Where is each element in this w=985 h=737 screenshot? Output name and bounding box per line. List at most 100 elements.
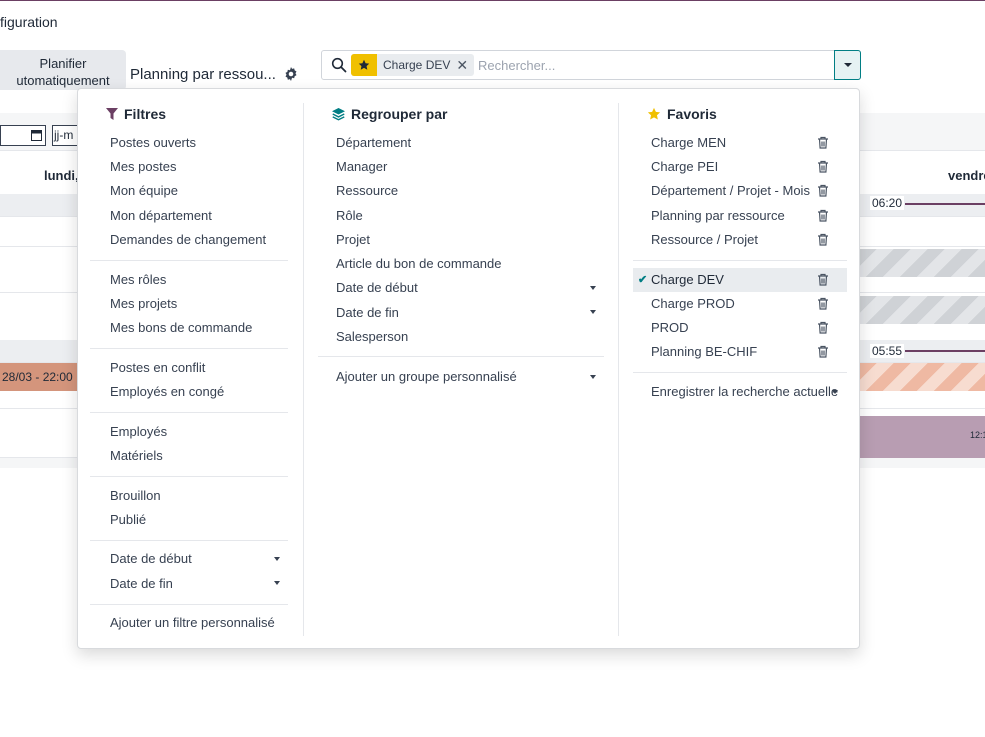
filters-header: Filtres [106, 106, 166, 122]
divider [633, 372, 847, 373]
groupby-title: Regrouper par [351, 106, 448, 122]
add-custom-filter[interactable]: Ajouter un filtre personnalisé [110, 612, 275, 634]
groupby-item[interactable]: Salesperson [336, 326, 408, 348]
favorite-item[interactable]: Charge PEI [651, 156, 718, 178]
filter-item[interactable]: Mes postes [110, 156, 176, 178]
caret-down-icon[interactable] [274, 557, 280, 561]
filter-item[interactable]: Postes ouverts [110, 132, 196, 154]
filter-item[interactable]: Brouillon [110, 485, 161, 507]
groupby-item[interactable]: Département [336, 132, 411, 154]
filter-item[interactable]: Matériels [110, 445, 163, 467]
search-input[interactable] [478, 56, 818, 74]
auto-plan-label-1: Planifier [39, 56, 87, 71]
groupby-item-end-date[interactable]: Date de fin [336, 302, 399, 324]
auto-plan-label-2: utomatiquement [16, 73, 110, 88]
add-custom-group[interactable]: Ajouter un groupe personnalisé [336, 366, 517, 388]
filters-title: Filtres [124, 106, 167, 122]
filter-item[interactable]: Mon équipe [110, 180, 178, 202]
gear-icon[interactable] [284, 67, 298, 81]
gantt-unavailable [860, 249, 985, 277]
column-friday: vendre [948, 168, 985, 183]
check-icon: ✔ [638, 274, 648, 286]
time-progress-line [905, 350, 985, 352]
divider [90, 348, 288, 349]
time-progress-line [905, 203, 985, 205]
favorite-item[interactable]: Charge MEN [651, 132, 726, 154]
trash-icon[interactable] [817, 160, 829, 173]
caret-down-icon[interactable] [590, 375, 596, 379]
search-icon [331, 57, 347, 73]
trash-icon[interactable] [817, 233, 829, 246]
column-divider [618, 103, 619, 636]
caret-down-icon[interactable] [590, 286, 596, 290]
filter-item[interactable]: Mes projets [110, 293, 177, 315]
caret-down-icon[interactable] [274, 581, 280, 585]
trash-icon[interactable] [817, 273, 829, 286]
time-label: 06:20 [870, 196, 905, 210]
caret-down-icon [843, 63, 852, 67]
star-icon [647, 107, 661, 120]
favorite-item-active[interactable]: Charge DEV [651, 269, 724, 291]
filter-item-end-date[interactable]: Date de fin [110, 573, 173, 595]
facet-label: Charge DEV [383, 58, 451, 72]
favorite-item[interactable]: Département / Projet - Mois [651, 180, 810, 202]
favorite-item[interactable]: PROD [651, 317, 689, 339]
gantt-unavailable [860, 296, 985, 324]
filter-item[interactable]: Mes bons de commande [110, 317, 252, 339]
divider [633, 260, 847, 261]
layers-icon [332, 107, 345, 120]
trash-icon[interactable] [817, 184, 829, 197]
divider [90, 412, 288, 413]
search-options-toggle[interactable] [834, 50, 861, 80]
favorite-item[interactable]: Planning par ressource [651, 205, 785, 227]
column-monday: lundi, [44, 168, 79, 183]
filter-icon [106, 108, 118, 120]
groupby-item[interactable]: Projet [336, 229, 370, 251]
groupby-item-start-date[interactable]: Date de début [336, 277, 418, 299]
filter-item-start-date[interactable]: Date de début [110, 548, 192, 570]
divider [90, 476, 288, 477]
favorite-item[interactable]: Planning BE-CHIF [651, 341, 757, 363]
column-divider [303, 103, 304, 636]
filter-item[interactable]: Publié [110, 509, 146, 531]
gantt-unavailable [860, 363, 985, 391]
divider [318, 356, 604, 357]
groupby-item[interactable]: Article du bon de commande [336, 253, 501, 275]
auto-plan-button[interactable]: Planifier utomatiquement [0, 50, 126, 90]
gantt-pill-label: 12:1 [970, 430, 985, 440]
divider [90, 604, 288, 605]
save-current-search[interactable]: Enregistrer la recherche actuelle [651, 381, 838, 403]
trash-icon[interactable] [817, 345, 829, 358]
filter-item[interactable]: Employés [110, 421, 167, 443]
favorites-header: Favoris [647, 106, 717, 122]
favorite-item[interactable]: Charge PROD [651, 293, 735, 315]
filter-item[interactable]: Mon département [110, 205, 212, 227]
search-facet: Charge DEV ✕ [351, 54, 475, 76]
favorites-title: Favoris [667, 106, 717, 122]
gantt-pill[interactable]: 28/03 - 22:00 [0, 363, 78, 391]
menu-configuration[interactable]: figuration [0, 14, 58, 30]
caret-down-icon[interactable] [590, 310, 596, 314]
groupby-item[interactable]: Rôle [336, 205, 363, 227]
gantt-pill[interactable] [860, 416, 985, 458]
trash-icon[interactable] [817, 209, 829, 222]
trash-icon[interactable] [817, 321, 829, 334]
start-date-input[interactable] [0, 125, 46, 146]
favorite-item[interactable]: Ressource / Projet [651, 229, 758, 251]
divider [90, 540, 288, 541]
groupby-item[interactable]: Manager [336, 156, 387, 178]
close-icon[interactable]: ✕ [456, 57, 474, 74]
filter-item[interactable]: Postes en conflit [110, 357, 205, 379]
divider [90, 260, 288, 261]
top-border [0, 0, 985, 1]
search-panel-dropdown: Filtres Postes ouverts Mes postes Mon éq… [77, 88, 860, 649]
calendar-icon [31, 130, 42, 141]
filter-item[interactable]: Mes rôles [110, 269, 166, 291]
filter-item[interactable]: Employés en congé [110, 381, 224, 403]
star-icon [351, 54, 377, 76]
trash-icon[interactable] [817, 136, 829, 149]
filter-item[interactable]: Demandes de changement [110, 229, 266, 251]
trash-icon[interactable] [817, 297, 829, 310]
groupby-item[interactable]: Ressource [336, 180, 398, 202]
caret-down-icon[interactable] [832, 390, 838, 394]
